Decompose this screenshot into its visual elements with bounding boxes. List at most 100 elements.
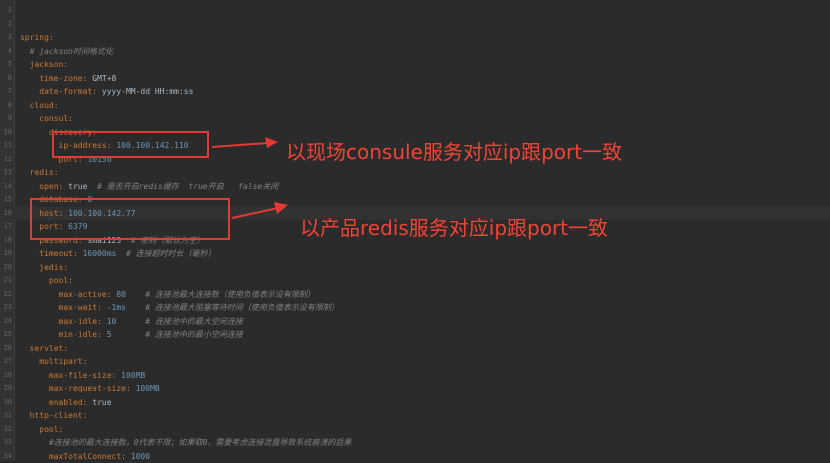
yaml-value: GMT+8 bbox=[87, 74, 116, 83]
line-number: 7 bbox=[0, 85, 12, 99]
yaml-key: multipart: bbox=[39, 357, 87, 366]
code-line[interactable]: 5 jackson: bbox=[0, 58, 560, 72]
yaml-comment: # 连接池中的最小空闲连接 bbox=[112, 330, 243, 339]
line-number: 18 bbox=[0, 234, 12, 248]
yaml-comment: # jackson时间格式化 bbox=[30, 47, 113, 56]
yaml-value: 10 bbox=[102, 317, 116, 326]
yaml-key: jackson: bbox=[30, 60, 69, 69]
code-text: #连接池的最大连接数，0代表不限；如果取0，需要考虑连接泄露导致系统崩溃的后果 bbox=[49, 436, 351, 450]
line-number: 2 bbox=[0, 18, 12, 32]
line-number: 16 bbox=[0, 207, 12, 221]
yaml-key: date-format: bbox=[39, 87, 97, 96]
yaml-key: http-client: bbox=[30, 411, 88, 420]
code-text: cloud: bbox=[30, 99, 59, 113]
yaml-comment: # 连接池中的最大空闲连接 bbox=[116, 317, 243, 326]
code-line[interactable]: 4 # jackson时间格式化 bbox=[0, 45, 560, 59]
yaml-value: 100MB bbox=[131, 384, 160, 393]
yaml-value: 16000ms bbox=[78, 249, 117, 258]
code-line[interactable]: 30 enabled: true bbox=[0, 396, 560, 410]
code-line[interactable]: 7 date-format: yyyy-MM-dd HH:mm:ss bbox=[0, 85, 560, 99]
code-line[interactable]: 34maxTotalConnect: 1000 bbox=[0, 450, 560, 463]
code-text: max-request-size: 100MB bbox=[49, 382, 160, 396]
line-number: 26 bbox=[0, 342, 12, 356]
code-text: enabled: true bbox=[49, 396, 112, 410]
line-number: 30 bbox=[0, 396, 12, 410]
redis-arrow-icon bbox=[230, 200, 290, 222]
code-text: jedis: bbox=[39, 261, 68, 275]
yaml-comment: # 连接池最大连接数（使用负值表示没有限制） bbox=[126, 290, 315, 299]
code-line[interactable]: 8cloud: bbox=[0, 99, 560, 113]
code-line[interactable]: 6time-zone: GMT+8 bbox=[0, 72, 560, 86]
code-line[interactable]: 31http-client: bbox=[0, 409, 560, 423]
yaml-value: 80 bbox=[112, 290, 126, 299]
yaml-key: pool: bbox=[49, 276, 73, 285]
line-number: 17 bbox=[0, 220, 12, 234]
yaml-comment: # 连接超时时长（毫秒） bbox=[116, 249, 215, 258]
yaml-key: max-active: bbox=[59, 290, 112, 299]
yaml-key: open: bbox=[39, 182, 63, 191]
yaml-key: jedis: bbox=[39, 263, 68, 272]
code-line[interactable]: 19 timeout: 16000ms # 连接超时时长（毫秒） bbox=[0, 247, 560, 261]
yaml-value: 5 bbox=[102, 330, 112, 339]
code-line[interactable]: 27 multipart: bbox=[0, 355, 560, 369]
code-text: max-wait: -1ms # 连接池最大阻塞等待时间（使用负值表示没有限制） bbox=[59, 301, 339, 315]
code-text: pool: bbox=[49, 274, 73, 288]
code-line[interactable]: 1 bbox=[0, 4, 560, 18]
yaml-comment: # 是否开启redis缓存 true开启 false关闭 bbox=[87, 182, 278, 191]
yaml-key: max-idle: bbox=[59, 317, 102, 326]
code-line[interactable]: 20jedis: bbox=[0, 261, 560, 275]
line-number: 3 bbox=[0, 31, 12, 45]
code-text: http-client: bbox=[30, 409, 88, 423]
code-line[interactable]: 22 max-active: 80 # 连接池最大连接数（使用负值表示没有限制） bbox=[0, 288, 560, 302]
yaml-key: spring: bbox=[20, 33, 54, 42]
line-number: 25 bbox=[0, 328, 12, 342]
line-number: 22 bbox=[0, 288, 12, 302]
yaml-key: servlet: bbox=[30, 344, 69, 353]
line-number: 34 bbox=[0, 450, 12, 463]
yaml-key: pool: bbox=[39, 425, 63, 434]
code-line[interactable]: 14open: true # 是否开启redis缓存 true开启 false关… bbox=[0, 180, 560, 194]
yaml-key: min-idle: bbox=[59, 330, 102, 339]
code-line[interactable]: 23max-wait: -1ms # 连接池最大阻塞等待时间（使用负值表示没有限… bbox=[0, 301, 560, 315]
yaml-value: 1000 bbox=[126, 452, 150, 461]
line-number: 5 bbox=[0, 58, 12, 72]
yaml-value: 100MB bbox=[116, 371, 145, 380]
yaml-value: -1ms bbox=[102, 303, 126, 312]
yaml-key: max-file-size: bbox=[49, 371, 116, 380]
code-text: pool: bbox=[39, 423, 63, 437]
yaml-value: yyyy-MM-dd HH:mm:ss bbox=[97, 87, 193, 96]
yaml-key: cloud: bbox=[30, 101, 59, 110]
code-text: jackson: bbox=[30, 58, 69, 72]
line-number: 1 bbox=[0, 4, 12, 18]
code-line[interactable]: 25 min-idle: 5 # 连接池中的最小空闲连接 bbox=[0, 328, 560, 342]
code-line[interactable]: 33 #连接池的最大连接数，0代表不限；如果取0，需要考虑连接泄露导致系统崩溃的后… bbox=[0, 436, 560, 450]
code-text: date-format: yyyy-MM-dd HH:mm:ss bbox=[39, 85, 193, 99]
line-number: 32 bbox=[0, 423, 12, 437]
code-line[interactable]: 29max-request-size: 100MB bbox=[0, 382, 560, 396]
line-number: 12 bbox=[0, 153, 12, 167]
code-line[interactable]: 2 bbox=[0, 18, 560, 32]
line-number: 33 bbox=[0, 436, 12, 450]
code-text: timeout: 16000ms # 连接超时时长（毫秒） bbox=[39, 247, 215, 261]
code-line[interactable]: 32 pool: bbox=[0, 423, 560, 437]
yaml-key: max-request-size: bbox=[49, 384, 131, 393]
consul-highlight-box bbox=[52, 131, 209, 158]
code-line[interactable]: 28max-file-size: 100MB bbox=[0, 369, 560, 383]
line-number: 4 bbox=[0, 45, 12, 59]
code-line[interactable]: 26 servlet: bbox=[0, 342, 560, 356]
line-number: 11 bbox=[0, 139, 12, 153]
line-number: 14 bbox=[0, 180, 12, 194]
code-line[interactable]: 24max-idle: 10 # 连接池中的最大空闲连接 bbox=[0, 315, 560, 329]
code-line[interactable]: 13 redis: bbox=[0, 166, 560, 180]
yaml-value: true bbox=[87, 398, 111, 407]
line-number: 27 bbox=[0, 355, 12, 369]
code-text: max-idle: 10 # 连接池中的最大空闲连接 bbox=[59, 315, 243, 329]
code-line[interactable]: 9consul: bbox=[0, 112, 560, 126]
line-number: 13 bbox=[0, 166, 12, 180]
code-line[interactable]: 3 spring: bbox=[0, 31, 560, 45]
code-line[interactable]: 21pool: bbox=[0, 274, 560, 288]
yaml-key: time-zone: bbox=[39, 74, 87, 83]
code-text: redis: bbox=[30, 166, 59, 180]
yaml-key: redis: bbox=[30, 168, 59, 177]
line-number: 19 bbox=[0, 247, 12, 261]
